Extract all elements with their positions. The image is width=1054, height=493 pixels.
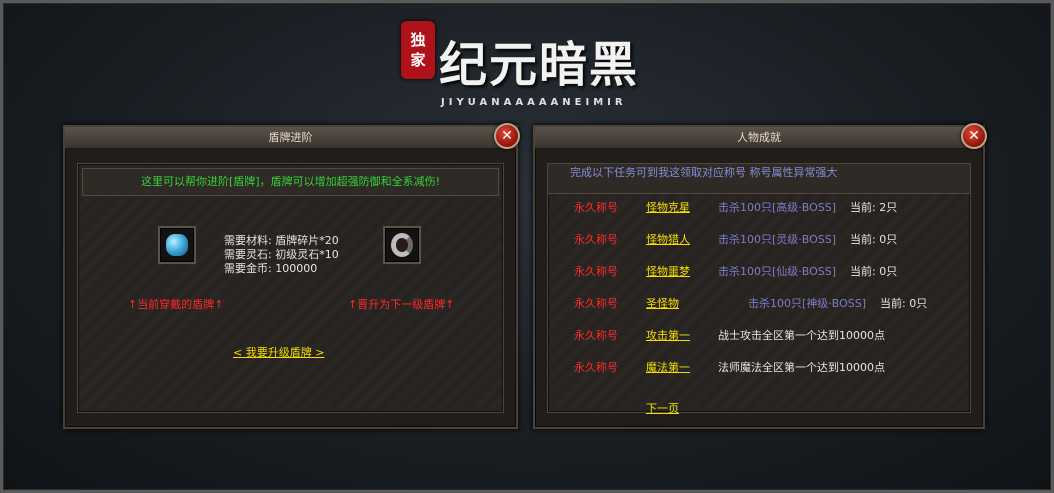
achievement-row: 永久称号 圣怪物 击杀100只[神级·BOSS] 当前: 0只 — [548, 295, 970, 313]
title-task: 击杀100只[高级·BOSS] — [718, 201, 837, 214]
logo-title: 纪元暗黑 — [439, 37, 640, 93]
next-page-link[interactable]: 下一页 — [646, 400, 679, 416]
current-shield-slot[interactable] — [158, 226, 196, 264]
next-shield-caption: ↑晋升为下一级盾牌↑ — [348, 298, 455, 311]
upgrade-shield-link[interactable]: < 我要升级盾牌 > — [233, 344, 324, 360]
shield-fragment-icon — [166, 234, 188, 256]
game-logo: 独 家 纪元暗黑 JIYUANAAAAANEIMIR — [401, 17, 651, 113]
logo-seal-bottom: 家 — [410, 51, 426, 69]
requirement-gold: 需要金币: 100000 — [224, 262, 318, 275]
logo-seal: 独 家 — [401, 21, 435, 79]
title-name-link[interactable]: 攻击第一 — [646, 327, 690, 343]
achievement-panel: 人物成就 ✕ 完成以下任务可到我这领取对应称号 称号属性异常强大 永久称号 怪物… — [533, 123, 987, 429]
title-progress: 当前: 2只 — [850, 201, 898, 214]
title-name-link[interactable]: 怪物猎人 — [646, 231, 690, 247]
title-task: 击杀100只[神级·BOSS] — [748, 297, 867, 310]
shield-upgrade-panel: 盾牌进阶 ✕ 这里可以帮你进阶[盾牌]，盾牌可以增加超强防御和全系减伤! 需要材… — [63, 123, 520, 429]
title-type: 永久称号 — [574, 361, 618, 374]
requirement-spirit-stone: 需要灵石: 初级灵石*10 — [224, 248, 339, 261]
panel-title: 盾牌进阶 — [65, 127, 516, 149]
title-task: 击杀100只[灵级·BOSS] — [718, 233, 837, 246]
close-button[interactable]: ✕ — [961, 123, 987, 149]
requirement-material: 需要材料: 盾牌碎片*20 — [224, 234, 339, 247]
title-task: 法师魔法全区第一个达到10000点 — [718, 361, 885, 374]
panel-title: 人物成就 — [535, 127, 983, 149]
title-task: 击杀100只[仙级·BOSS] — [718, 265, 837, 278]
achievement-row: 永久称号 攻击第一 战士攻击全区第一个达到10000点 — [548, 327, 970, 345]
title-type: 永久称号 — [574, 233, 618, 246]
title-progress: 当前: 0只 — [850, 265, 898, 278]
title-name-link[interactable]: 魔法第一 — [646, 359, 690, 375]
achievement-row: 永久称号 怪物噩梦 击杀100只[仙级·BOSS] 当前: 0只 — [548, 263, 970, 281]
achievement-intro: 完成以下任务可到我这领取对应称号 称号属性异常强大 — [548, 164, 970, 194]
title-progress: 当前: 0只 — [850, 233, 898, 246]
ring-icon — [391, 233, 413, 257]
requirements-list: 需要材料: 盾牌碎片*20 需要灵石: 初级灵石*10 需要金币: 100000 — [224, 234, 339, 276]
title-type: 永久称号 — [574, 265, 618, 278]
title-progress: 当前: 0只 — [880, 297, 928, 310]
panel-body: 完成以下任务可到我这领取对应称号 称号属性异常强大 永久称号 怪物克星 击杀10… — [547, 163, 971, 416]
title-name-link[interactable]: 怪物克星 — [646, 199, 690, 215]
shield-notice: 这里可以帮你进阶[盾牌]，盾牌可以增加超强防御和全系减伤! — [82, 168, 499, 196]
title-task: 战士攻击全区第一个达到10000点 — [718, 329, 885, 342]
title-name-link[interactable]: 怪物噩梦 — [646, 263, 690, 279]
title-type: 永久称号 — [574, 297, 618, 310]
title-name-link[interactable]: 圣怪物 — [646, 295, 679, 311]
logo-seal-top: 独 — [410, 31, 426, 49]
panel-body: 这里可以帮你进阶[盾牌]，盾牌可以增加超强防御和全系减伤! 需要材料: 盾牌碎片… — [77, 163, 504, 413]
close-button[interactable]: ✕ — [494, 123, 520, 149]
title-type: 永久称号 — [574, 329, 618, 342]
next-shield-slot[interactable] — [383, 226, 421, 264]
current-shield-caption: ↑当前穿戴的盾牌↑ — [128, 298, 224, 311]
achievement-row: 永久称号 怪物克星 击杀100只[高级·BOSS] 当前: 2只 — [548, 199, 970, 217]
achievement-row: 永久称号 怪物猎人 击杀100只[灵级·BOSS] 当前: 0只 — [548, 231, 970, 249]
logo-subtitle: JIYUANAAAAANEIMIR — [441, 97, 627, 108]
title-type: 永久称号 — [574, 201, 618, 214]
achievement-row: 永久称号 魔法第一 法师魔法全区第一个达到10000点 — [548, 359, 970, 377]
